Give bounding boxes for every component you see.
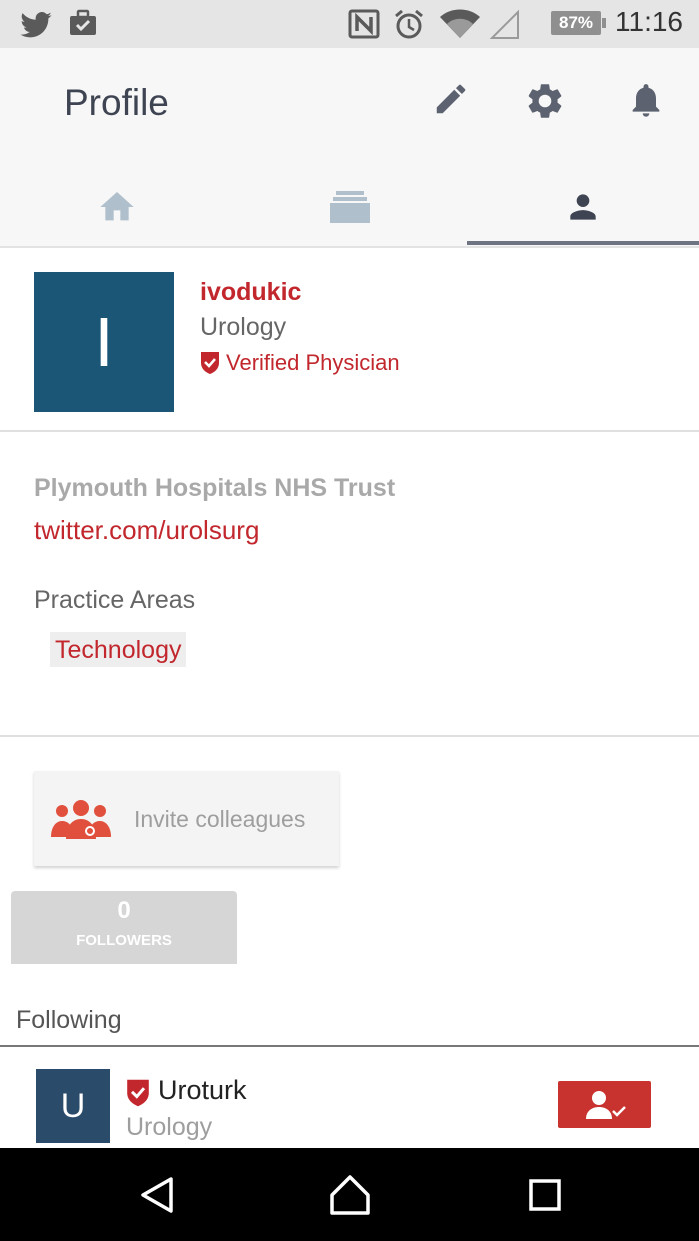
system-nav-bar — [0, 1148, 699, 1241]
profile-link[interactable]: twitter.com/urolsurg — [34, 515, 259, 546]
followers-count: 0 — [117, 897, 131, 924]
tab-home[interactable] — [0, 168, 233, 246]
verified-label: Verified Physician — [226, 350, 400, 375]
cell-signal-icon — [490, 10, 519, 39]
status-bar: 87% 11:16 — [0, 0, 699, 48]
tab-indicator — [467, 241, 699, 245]
username: ivodukic — [200, 278, 302, 306]
divider — [0, 1045, 699, 1047]
cards-icon — [329, 191, 370, 223]
nfc-icon — [348, 9, 380, 39]
briefcase-check-icon — [70, 9, 96, 35]
tab-feed[interactable] — [233, 168, 466, 246]
followers-tab[interactable]: 0 FOLLOWERS — [11, 891, 237, 964]
following-name[interactable]: Uroturk — [158, 1075, 247, 1106]
organization: Plymouth Hospitals NHS Trust — [34, 474, 396, 502]
following-heading: Following — [16, 1006, 122, 1034]
page-title: Profile — [64, 82, 169, 123]
back-icon — [141, 1177, 173, 1213]
home-icon — [99, 192, 134, 221]
alarm-icon — [395, 9, 423, 39]
app-bar: Profile — [0, 48, 699, 248]
divider — [0, 735, 699, 737]
person-check-icon — [585, 1090, 626, 1119]
edit-icon[interactable] — [432, 80, 470, 118]
settings-icon[interactable] — [524, 80, 566, 122]
twitter-icon — [20, 12, 52, 38]
battery-icon: 87% — [551, 11, 606, 35]
tab-profile[interactable] — [466, 168, 699, 246]
practice-area-tag[interactable]: Technology — [50, 632, 187, 667]
recents-icon — [529, 1179, 561, 1211]
notifications-icon[interactable] — [626, 80, 666, 120]
practice-areas-heading: Practice Areas — [34, 586, 196, 614]
tab-bar — [0, 168, 699, 246]
following-toggle-button[interactable] — [558, 1081, 651, 1128]
following-avatar[interactable]: U — [36, 1069, 110, 1143]
group-icon — [51, 800, 111, 839]
recents-button[interactable] — [515, 1170, 575, 1220]
shield-check-icon — [127, 1079, 149, 1107]
invite-label: Invite colleagues — [134, 806, 306, 832]
specialty: Urology — [200, 313, 287, 341]
divider — [0, 430, 699, 432]
verified-badge: Verified Physician — [200, 350, 400, 376]
status-time: 11:16 — [615, 6, 683, 37]
shield-check-icon — [201, 352, 219, 374]
invite-colleagues-button[interactable]: Invite colleagues — [34, 771, 339, 866]
followers-label: FOLLOWERS — [76, 932, 172, 949]
wifi-icon — [440, 9, 480, 38]
person-icon — [569, 194, 596, 220]
back-button[interactable] — [127, 1170, 187, 1220]
avatar: I — [34, 272, 174, 412]
home-button[interactable] — [320, 1170, 380, 1220]
battery-level: 87% — [558, 13, 594, 32]
home-outline-icon — [330, 1175, 370, 1215]
following-specialty: Urology — [126, 1113, 213, 1141]
